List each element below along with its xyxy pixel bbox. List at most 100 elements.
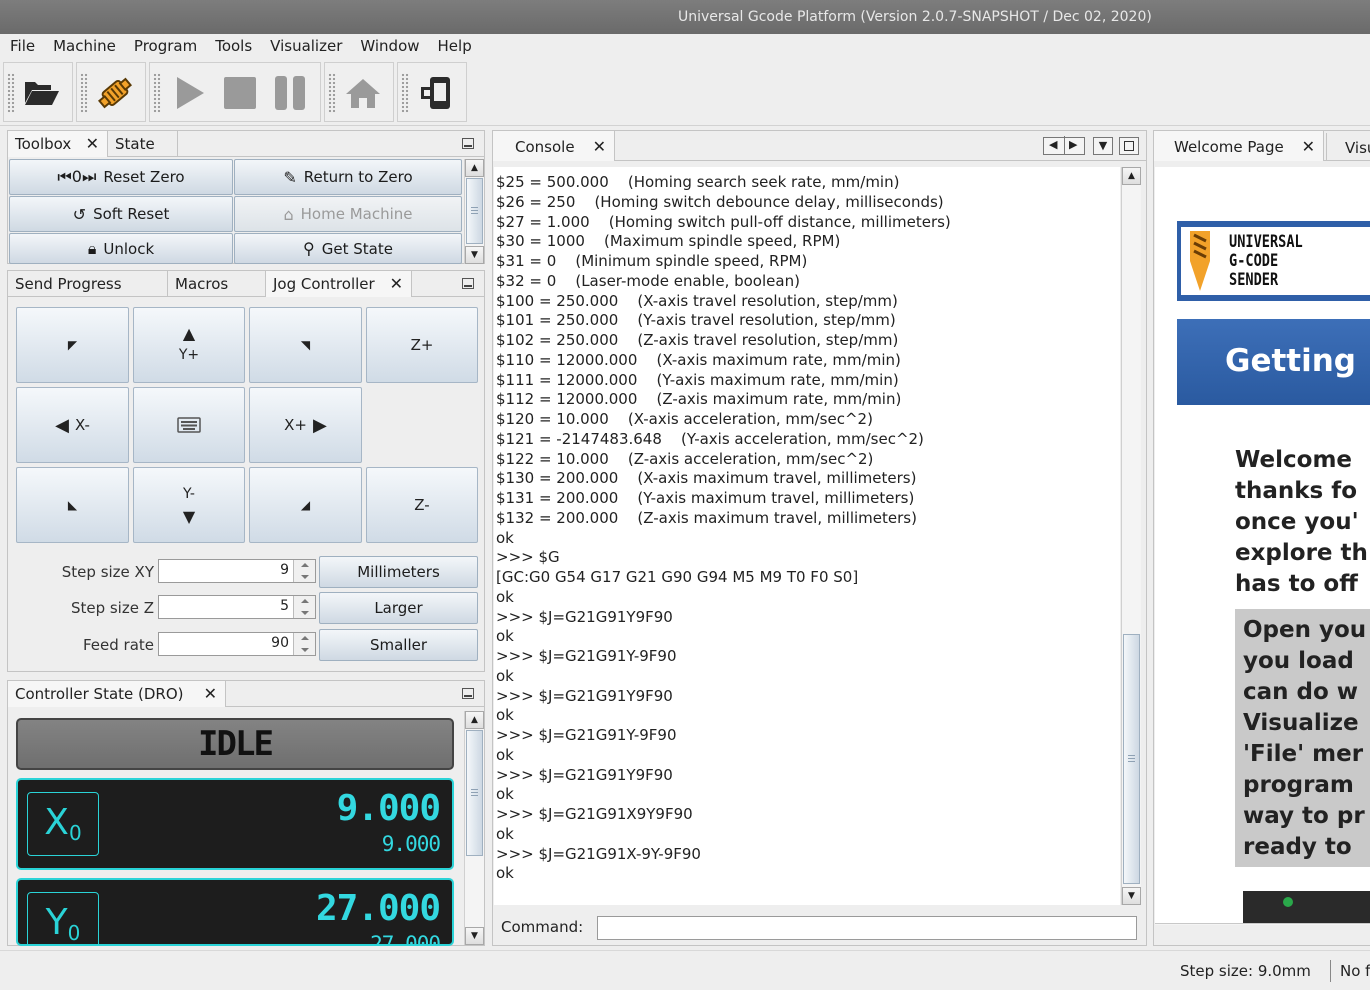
logo-line: G-CODE bbox=[1229, 251, 1279, 271]
close-icon[interactable]: ✕ bbox=[593, 131, 606, 163]
open-file-button[interactable] bbox=[20, 71, 64, 115]
close-icon[interactable]: ✕ bbox=[204, 681, 217, 707]
smaller-button[interactable]: Smaller bbox=[319, 629, 478, 661]
dro-scrollbar[interactable]: ▲ ▼ bbox=[464, 711, 484, 945]
keyboard-jog-button[interactable] bbox=[133, 387, 245, 463]
jog-xplus-yplus-button[interactable]: ◥ bbox=[249, 307, 362, 383]
spinner-arrows-icon[interactable] bbox=[293, 633, 315, 655]
y-axis-name[interactable]: Y0 bbox=[27, 892, 99, 944]
chevron-right-icon[interactable]: ▶ bbox=[1069, 138, 1077, 151]
menu-window[interactable]: Window bbox=[350, 34, 427, 60]
window-title: Universal Gcode Platform (Version 2.0.7-… bbox=[678, 9, 1152, 25]
getting-started-banner: Getting bbox=[1177, 319, 1370, 405]
reset-zero-button[interactable]: ⏮0⏭ Reset Zero bbox=[9, 159, 233, 195]
jog-zplus-button[interactable]: Z+ bbox=[366, 307, 478, 383]
spinner-arrows-icon[interactable] bbox=[293, 596, 315, 618]
millimeters-button[interactable]: Millimeters bbox=[319, 556, 478, 588]
soft-reset-button[interactable]: ↺ Soft Reset bbox=[9, 196, 233, 232]
menu-machine[interactable]: Machine bbox=[43, 34, 124, 60]
menu-program[interactable]: Program bbox=[124, 34, 205, 60]
maximize-icon[interactable] bbox=[1119, 137, 1139, 155]
return-to-zero-button[interactable]: ✎ Return to Zero bbox=[234, 159, 462, 195]
stop-button[interactable] bbox=[218, 71, 262, 115]
home-machine-button[interactable]: ⌂ Home Machine bbox=[234, 196, 462, 232]
console-line: >>> $J=G21G91Y9F90 bbox=[496, 686, 673, 705]
play-button[interactable] bbox=[168, 71, 212, 115]
arrow-down-left-icon: ◣ bbox=[67, 498, 78, 512]
tab-state[interactable]: State bbox=[108, 131, 178, 157]
get-state-button[interactable]: ⚲ Get State bbox=[234, 233, 462, 264]
menu-visualizer[interactable]: Visualizer bbox=[260, 34, 350, 60]
menu-file[interactable]: File bbox=[0, 34, 43, 60]
scroll-thumb[interactable] bbox=[1123, 634, 1140, 884]
jog-xminus-button[interactable]: ◀ X- bbox=[16, 387, 129, 463]
welcome-hscrollbar[interactable]: ◀ bbox=[1155, 923, 1370, 925]
button-label: Return to Zero bbox=[303, 168, 413, 186]
feed-rate-spinner[interactable]: 90 bbox=[158, 632, 316, 656]
toolbar-grip[interactable] bbox=[7, 73, 15, 113]
scroll-up-icon[interactable]: ▲ bbox=[465, 711, 484, 729]
home-icon: ⌂ bbox=[283, 204, 294, 224]
x-work-position[interactable]: 9.000 bbox=[337, 788, 441, 829]
tab-console[interactable]: Console ✕ bbox=[493, 131, 615, 161]
console-scrollbar[interactable]: ▲ ▼ bbox=[1121, 167, 1141, 905]
scroll-thumb[interactable] bbox=[466, 730, 483, 856]
scroll-down-icon[interactable]: ▼ bbox=[465, 246, 484, 264]
tab-jog-controller[interactable]: Jog Controller ✕ bbox=[266, 271, 412, 297]
jog-zminus-button[interactable]: Z- bbox=[366, 467, 478, 543]
toolbar-grip[interactable] bbox=[328, 73, 336, 113]
tab-controller-state[interactable]: Controller State (DRO) ✕ bbox=[8, 681, 226, 707]
menu-help[interactable]: Help bbox=[428, 34, 480, 60]
jog-tabs: Send Progress Macros Jog Controller ✕ bbox=[8, 271, 484, 297]
minimize-icon[interactable] bbox=[462, 278, 474, 289]
home-button[interactable] bbox=[341, 71, 385, 115]
y-work-position[interactable]: 27.000 bbox=[316, 888, 441, 929]
welcome-tabs: Welcome Page ✕ Visu bbox=[1154, 131, 1370, 161]
tab-macros[interactable]: Macros bbox=[168, 271, 266, 297]
console-line: ok bbox=[496, 745, 514, 764]
pause-button[interactable] bbox=[268, 71, 312, 115]
close-icon[interactable]: ✕ bbox=[390, 271, 403, 297]
scroll-down-icon[interactable]: ▼ bbox=[1122, 887, 1141, 905]
tab-label: Toolbox bbox=[15, 135, 72, 153]
menu-tools[interactable]: Tools bbox=[205, 34, 260, 60]
jog-xminus-yplus-button[interactable]: ◤ bbox=[16, 307, 129, 383]
device-button[interactable] bbox=[414, 71, 458, 115]
tab-toolbox[interactable]: Toolbox ✕ bbox=[8, 131, 108, 157]
scroll-down-icon[interactable]: ▼ bbox=[465, 927, 484, 945]
connect-button[interactable] bbox=[93, 71, 137, 115]
step-size-z-spinner[interactable]: 5 bbox=[158, 595, 316, 619]
console-line: ok bbox=[496, 864, 514, 883]
command-input[interactable] bbox=[597, 916, 1137, 940]
x-axis-name[interactable]: X0 bbox=[27, 792, 99, 856]
jog-xplus-button[interactable]: X+ ▶ bbox=[249, 387, 362, 463]
toolbar-grip[interactable] bbox=[80, 73, 88, 113]
toolbar-grip[interactable] bbox=[153, 73, 161, 113]
unlock-button[interactable]: 🔒︎ Unlock bbox=[9, 233, 233, 264]
toolbox-scrollbar[interactable]: ▲ ▼ bbox=[464, 159, 484, 264]
step-size-xy-spinner[interactable]: 9 bbox=[158, 559, 316, 583]
chevron-down-icon[interactable]: ▼ bbox=[1093, 137, 1113, 155]
toolbar-grip[interactable] bbox=[401, 73, 409, 113]
close-icon[interactable]: ✕ bbox=[1302, 131, 1315, 163]
jog-yplus-button[interactable]: ▲ Y+ bbox=[133, 307, 245, 383]
console-line: ok bbox=[496, 587, 514, 606]
jog-xminus-yminus-button[interactable]: ◣ bbox=[16, 467, 129, 543]
tab-welcome-page[interactable]: Welcome Page ✕ bbox=[1154, 131, 1324, 161]
spinner-arrows-icon[interactable] bbox=[293, 560, 315, 582]
tab-visualizer[interactable]: Visu bbox=[1326, 133, 1370, 161]
toolbox-tabs: Toolbox ✕ State bbox=[8, 131, 484, 157]
chevron-left-icon[interactable]: ◀ bbox=[1049, 138, 1057, 151]
tab-scroll-buttons[interactable]: ◀ ▶ bbox=[1043, 136, 1085, 155]
scroll-up-icon[interactable]: ▲ bbox=[1122, 167, 1141, 185]
scroll-thumb[interactable] bbox=[466, 178, 483, 244]
minimize-icon[interactable] bbox=[462, 688, 474, 699]
jog-yminus-button[interactable]: Y- ▼ bbox=[133, 467, 245, 543]
minimize-icon[interactable] bbox=[462, 138, 474, 149]
jog-xplus-yminus-button[interactable]: ◢ bbox=[249, 467, 362, 543]
close-icon[interactable]: ✕ bbox=[86, 131, 99, 157]
scroll-up-icon[interactable]: ▲ bbox=[465, 159, 484, 177]
tab-send-progress[interactable]: Send Progress bbox=[8, 271, 168, 297]
larger-button[interactable]: Larger bbox=[319, 592, 478, 624]
console-output[interactable]: $25 = 500.000 (Homing search seek rate, … bbox=[494, 167, 1120, 905]
